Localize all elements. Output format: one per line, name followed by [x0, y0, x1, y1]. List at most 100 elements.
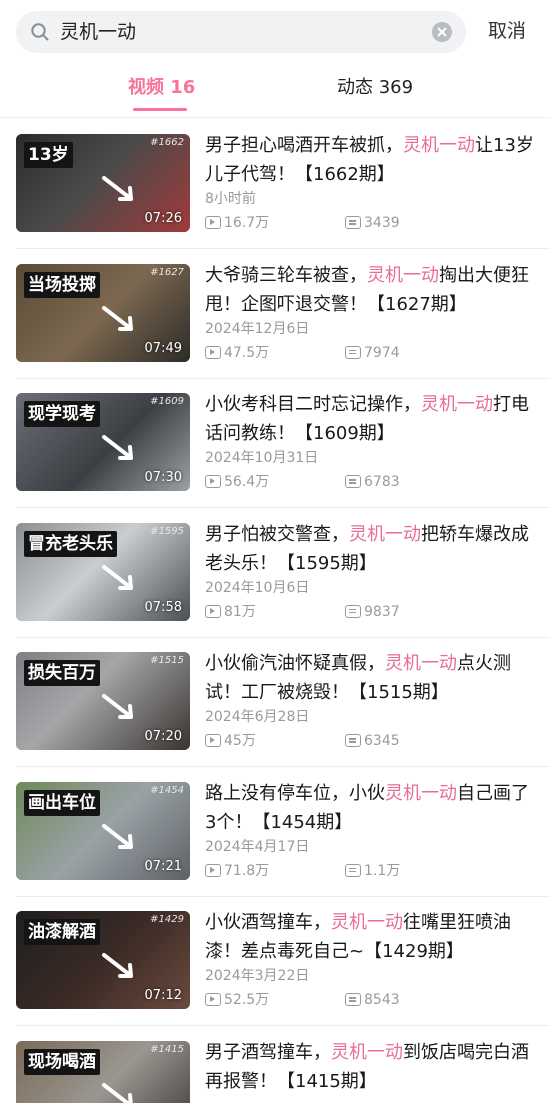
video-duration: 07:20 — [144, 729, 182, 744]
title-text: 男子酒驾撞车， — [205, 1041, 331, 1063]
video-card[interactable]: 现学现考 #1609 07:30 小伙考科目二时忘记操作，灵机一动打电话问教练！【16… — [0, 378, 550, 508]
search-keyword-highlight: 灵机一动 — [367, 264, 439, 286]
play-count-icon — [205, 734, 221, 747]
video-duration: 07:21 — [144, 858, 182, 874]
video-title[interactable]: 男子怕被交警查，灵机一动把轿车爆改成老头乐！【1595期】 — [205, 520, 535, 578]
issue-number-tag: #1627 — [150, 266, 184, 278]
video-duration: 07:26 — [144, 211, 182, 226]
video-card[interactable]: 画出车位 #1454 07:21 路上没有停车位，小伙灵机一动自己画了3个！【1454… — [0, 767, 550, 897]
search-icon — [30, 22, 50, 42]
publish-date: 2024年4月17日 — [205, 838, 310, 855]
arrow-icon — [102, 823, 133, 849]
video-card[interactable]: 当场投掷 #1627 07:49 大爷骑三轮车被查，灵机一动掏出大便狂甩！企图吓退交警… — [0, 249, 550, 379]
danmaku-icon — [345, 604, 361, 618]
video-card[interactable]: 损失百万 #1515 07:20 小伙偷汽油怀疑真假，灵机一动点火测试！工厂被烧毁！【… — [0, 637, 550, 767]
search-keyword-highlight: 灵机一动 — [349, 523, 421, 545]
view-count-value: 16.7万 — [224, 215, 270, 231]
view-count: 71.8万 — [205, 861, 269, 881]
search-keyword-highlight: 灵机一动 — [421, 394, 493, 415]
video-title[interactable]: 路上没有停车位，小伙灵机一动自己画了3个！【1454期】 — [205, 779, 535, 837]
title-text: 路上没有停车位，小伙 — [205, 782, 385, 804]
video-duration: 07:49 — [144, 340, 182, 356]
danmaku-count-value: 7974 — [364, 344, 400, 361]
danmaku-count: 8543 — [345, 990, 400, 1010]
video-title[interactable]: 小伙酒驾撞车，灵机一动往嘴里狂喷油漆！差点毒死自己~【1429期】 — [205, 908, 535, 966]
thumbnail-caption: 当场投掷 — [24, 271, 100, 298]
title-text: 大爷骑三轮车被查， — [205, 264, 367, 286]
publish-date: 2024年10月31日 — [205, 450, 319, 466]
danmaku-count: 1.1万 — [345, 861, 400, 881]
search-keyword-highlight: 灵机一动 — [331, 1041, 403, 1063]
danmaku-count-value: 8543 — [364, 992, 400, 1008]
view-count: 81万 — [205, 602, 256, 622]
arrow-icon — [102, 305, 133, 331]
danmaku-icon — [345, 993, 361, 1006]
thumbnail-caption: 现场喝酒 — [24, 1048, 100, 1075]
danmaku-count: 6345 — [345, 731, 400, 751]
video-thumbnail[interactable]: 损失百万 #1515 07:20 — [16, 652, 190, 750]
search-input[interactable]: 灵机一动 — [60, 20, 136, 44]
view-count: 16.7万 — [205, 213, 269, 233]
video-title[interactable]: 大爷骑三轮车被查，灵机一动掏出大便狂甩！企图吓退交警！【1627期】 — [205, 261, 535, 319]
search-keyword-highlight: 灵机一动 — [331, 912, 403, 933]
video-title[interactable]: 小伙考科目二时忘记操作，灵机一动打电话问教练！【1609期】 — [205, 390, 535, 448]
view-count: 56.4万 — [205, 472, 269, 492]
publish-date: 2024年6月28日 — [205, 709, 310, 725]
danmaku-count-value: 6345 — [364, 733, 400, 749]
video-thumbnail[interactable]: 当场投掷 #1627 07:49 — [16, 263, 190, 362]
thumbnail-caption: 13岁 — [24, 142, 73, 168]
video-duration: 07:12 — [144, 988, 182, 1003]
title-text: 小伙偷汽油怀疑真假， — [205, 653, 385, 674]
publish-date: 2024年10月6日 — [205, 579, 310, 596]
issue-number-tag: #1595 — [150, 525, 184, 537]
tab-videos[interactable]: 视频 16 — [128, 76, 195, 100]
clear-icon[interactable] — [432, 22, 452, 42]
play-count-icon — [205, 604, 221, 618]
view-count-value: 56.4万 — [224, 474, 270, 490]
danmaku-count-value: 6783 — [364, 474, 400, 490]
view-count-value: 71.8万 — [224, 862, 270, 879]
video-thumbnail[interactable]: 13岁 #1662 07:26 — [16, 134, 190, 232]
play-count-icon — [205, 345, 221, 359]
issue-number-tag: #1415 — [150, 1043, 184, 1055]
video-thumbnail[interactable]: 油漆解酒 #1429 07:12 — [16, 911, 190, 1009]
video-thumbnail[interactable]: 冒充老头乐 #1595 07:58 — [16, 522, 190, 621]
view-count: 45万 — [205, 731, 256, 751]
title-text: 小伙考科目二时忘记操作， — [205, 394, 421, 415]
video-thumbnail[interactable]: 现场喝酒 #1415 — [16, 1040, 190, 1103]
arrow-icon — [102, 435, 133, 460]
video-title[interactable]: 小伙偷汽油怀疑真假，灵机一动点火测试！工厂被烧毁！【1515期】 — [205, 649, 535, 707]
search-keyword-highlight: 灵机一动 — [385, 653, 457, 674]
publish-date: 2024年3月22日 — [205, 968, 310, 984]
video-card[interactable]: 现场喝酒 #1415 男子酒驾撞车，灵机一动到饭店喝完白酒再报警！【1415期】 — [0, 1026, 550, 1103]
danmaku-icon — [345, 216, 361, 229]
issue-number-tag: #1429 — [150, 914, 184, 925]
search-box[interactable]: 灵机一动 — [16, 11, 466, 53]
arrow-icon — [102, 176, 133, 201]
danmaku-count: 3439 — [345, 213, 400, 233]
video-thumbnail[interactable]: 现学现考 #1609 07:30 — [16, 393, 190, 491]
video-title[interactable]: 男子担心喝酒开车被抓，灵机一动让13岁儿子代驾！【1662期】 — [205, 131, 535, 189]
video-thumbnail[interactable]: 画出车位 #1454 07:21 — [16, 781, 190, 880]
title-text: 小伙酒驾撞车， — [205, 912, 331, 933]
danmaku-icon — [345, 734, 361, 747]
cancel-button[interactable]: 取消 — [488, 19, 526, 43]
danmaku-count-value: 1.1万 — [364, 862, 401, 879]
video-duration: 07:30 — [144, 470, 182, 485]
issue-number-tag: #1609 — [150, 396, 184, 407]
video-card[interactable]: 13岁 #1662 07:26 男子担心喝酒开车被抓，灵机一动让13岁儿子代驾！【16… — [0, 119, 550, 249]
publish-date: 8小时前 — [205, 191, 256, 207]
video-card[interactable]: 油漆解酒 #1429 07:12 小伙酒驾撞车，灵机一动往嘴里狂喷油漆！差点毒死自己~… — [0, 896, 550, 1026]
tab-dynamics[interactable]: 动态 369 — [337, 76, 413, 100]
video-card[interactable]: 冒充老头乐 #1595 07:58 男子怕被交警查，灵机一动把轿车爆改成老头乐！【15… — [0, 508, 550, 638]
danmaku-count: 9837 — [345, 602, 400, 622]
view-count-value: 45万 — [224, 733, 256, 749]
video-title[interactable]: 男子酒驾撞车，灵机一动到饭店喝完白酒再报警！【1415期】 — [205, 1038, 535, 1096]
arrow-icon — [102, 953, 133, 978]
search-keyword-highlight: 灵机一动 — [403, 135, 475, 156]
search-keyword-highlight: 灵机一动 — [385, 782, 457, 804]
thumbnail-caption: 油漆解酒 — [24, 919, 100, 945]
publish-date: 2024年12月6日 — [205, 320, 310, 337]
view-count-value: 47.5万 — [224, 344, 270, 361]
danmaku-count-value: 3439 — [364, 215, 400, 231]
